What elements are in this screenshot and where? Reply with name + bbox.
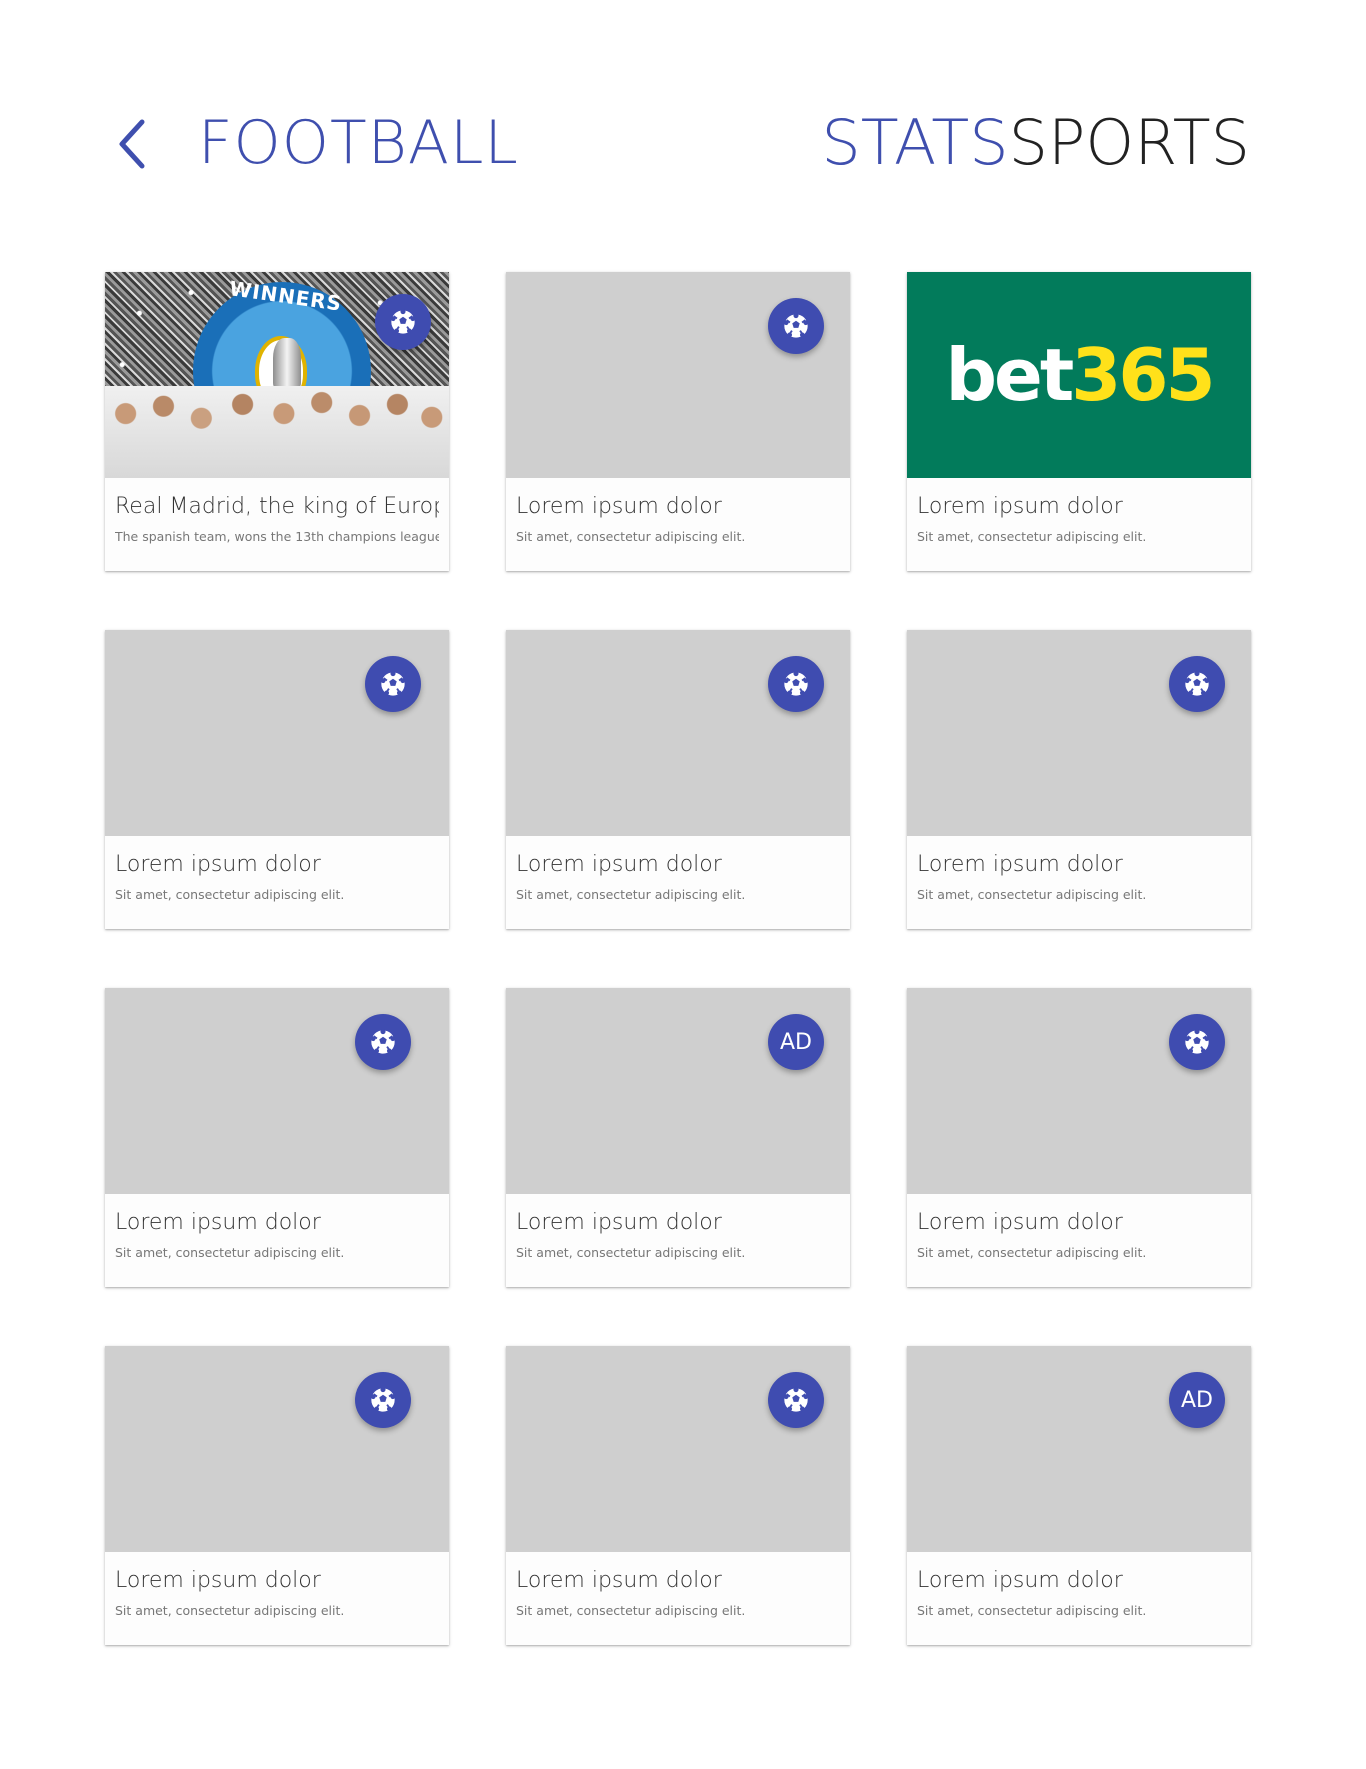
card-subtitle: Sit amet, consectetur adipiscing elit. [917, 887, 1147, 902]
card-subtitle: Sit amet, consectetur adipiscing elit. [917, 529, 1147, 544]
image-placeholder [907, 630, 1251, 836]
card-subtitle: Sit amet, consectetur adipiscing elit. [115, 887, 345, 902]
news-card[interactable]: Lorem ipsum dolor Sit amet, consectetur a… [907, 630, 1251, 929]
card-title: Lorem ipsum dolor [115, 1210, 321, 1235]
image-placeholder [105, 988, 449, 1194]
card-subtitle: Sit amet, consectetur adipiscing elit. [115, 1245, 345, 1260]
image-placeholder [506, 272, 850, 478]
ad-badge[interactable]: AD [768, 1014, 824, 1070]
brand-part1: STATS [821, 106, 1009, 179]
trophy [273, 338, 301, 388]
card-subtitle: Sit amet, consectetur adipiscing elit. [516, 1603, 746, 1618]
card-title: Lorem ipsum dolor [115, 852, 321, 877]
card-body: Real Madrid, the king of Europe The spani… [105, 478, 449, 571]
card-photo: WINNERS [105, 272, 449, 478]
card-body: Lorem ipsum dolor Sit amet, consectetur a… [506, 836, 850, 929]
card-body: Lorem ipsum dolor Sit amet, consectetur a… [907, 836, 1251, 929]
card-body: Lorem ipsum dolor Sit amet, consectetur a… [907, 1194, 1251, 1287]
card-subtitle: Sit amet, consectetur adipiscing elit. [917, 1603, 1147, 1618]
card-title: Lorem ipsum dolor [917, 1210, 1123, 1235]
card-title: Lorem ipsum dolor [516, 494, 722, 519]
card-title: Real Madrid, the king of Europe [115, 494, 439, 519]
soccer-ball-icon[interactable] [355, 1014, 411, 1070]
news-card[interactable]: AD Lorem ipsum dolor Sit amet, consectetur… [506, 988, 850, 1287]
news-card[interactable]: Lorem ipsum dolor Sit amet, consectetur a… [506, 272, 850, 571]
image-placeholder: AD [506, 988, 850, 1194]
soccer-ball-icon[interactable] [768, 1372, 824, 1428]
header: FOOTBALL STATSSPORTS [0, 0, 1366, 230]
bet365-logo: bet365 [945, 333, 1215, 417]
image-placeholder: AD [907, 1346, 1251, 1552]
card-subtitle: Sit amet, consectetur adipiscing elit. [516, 887, 746, 902]
card-body: Lorem ipsum dolor Sit amet, consectetur a… [506, 478, 850, 571]
chevron-left-icon [119, 119, 145, 169]
image-placeholder [907, 988, 1251, 1194]
ad-badge[interactable]: AD [1169, 1372, 1225, 1428]
news-card[interactable]: Lorem ipsum dolor Sit amet, consectetur a… [105, 630, 449, 929]
image-placeholder [506, 630, 850, 836]
soccer-ball-icon[interactable] [365, 656, 421, 712]
news-card[interactable]: WINNERS Real Madrid, the king of Europe T… [105, 272, 449, 571]
card-body: Lorem ipsum dolor Sit amet, consectetur a… [105, 1194, 449, 1287]
news-card[interactable]: Lorem ipsum dolor Sit amet, consectetur a… [506, 1346, 850, 1645]
news-card[interactable]: Lorem ipsum dolor Sit amet, consectetur a… [105, 1346, 449, 1645]
news-card[interactable]: Lorem ipsum dolor Sit amet, consectetur a… [907, 988, 1251, 1287]
card-body: Lorem ipsum dolor Sit amet, consectetur a… [907, 1552, 1251, 1645]
card-title: Lorem ipsum dolor [917, 1568, 1123, 1593]
card-title: Lorem ipsum dolor [917, 852, 1123, 877]
brand-logo[interactable]: STATSSPORTS [821, 98, 1250, 188]
news-card[interactable]: AD Lorem ipsum dolor Sit amet, consectetur… [907, 1346, 1251, 1645]
news-card[interactable]: Lorem ipsum dolor Sit amet, consectetur a… [506, 630, 850, 929]
soccer-ball-icon[interactable] [768, 298, 824, 354]
card-subtitle: Sit amet, consectetur adipiscing elit. [917, 1245, 1147, 1260]
team-players [105, 386, 449, 478]
page: FOOTBALL STATSSPORTS WINNERS Real Madrid… [0, 0, 1366, 1769]
soccer-ball-icon[interactable] [1169, 656, 1225, 712]
card-title: Lorem ipsum dolor [917, 494, 1123, 519]
image-placeholder [506, 1346, 850, 1552]
back-button[interactable] [112, 116, 156, 172]
card-body: Lorem ipsum dolor Sit amet, consectetur a… [105, 1552, 449, 1645]
news-card[interactable]: Lorem ipsum dolor Sit amet, consectetur a… [105, 988, 449, 1287]
card-title: Lorem ipsum dolor [115, 1568, 321, 1593]
card-subtitle: Sit amet, consectetur adipiscing elit. [516, 529, 746, 544]
soccer-ball-icon[interactable] [1169, 1014, 1225, 1070]
brand-part2: SPORTS [1008, 106, 1250, 179]
card-subtitle: Sit amet, consectetur adipiscing elit. [115, 1603, 345, 1618]
card-title: Lorem ipsum dolor [516, 1210, 722, 1235]
card-title: Lorem ipsum dolor [516, 1568, 722, 1593]
image-placeholder [105, 630, 449, 836]
image-placeholder [105, 1346, 449, 1552]
news-card[interactable]: bet365 Lorem ipsum dolor Sit amet, consect… [907, 272, 1251, 571]
card-grid: WINNERS Real Madrid, the king of Europe T… [105, 272, 1252, 1645]
page-title: FOOTBALL [198, 108, 519, 178]
card-subtitle: Sit amet, consectetur adipiscing elit. [516, 1245, 746, 1260]
card-body: Lorem ipsum dolor Sit amet, consectetur a… [907, 478, 1251, 571]
soccer-ball-icon[interactable] [768, 656, 824, 712]
card-body: Lorem ipsum dolor Sit amet, consectetur a… [105, 836, 449, 929]
soccer-ball-icon[interactable] [355, 1372, 411, 1428]
sponsor-logo: bet365 [907, 272, 1251, 478]
card-title: Lorem ipsum dolor [516, 852, 722, 877]
card-subtitle: The spanish team, wons the 13th champion… [115, 529, 439, 544]
card-body: Lorem ipsum dolor Sit amet, consectetur a… [506, 1194, 850, 1287]
soccer-ball-icon[interactable] [375, 294, 431, 350]
card-body: Lorem ipsum dolor Sit amet, consectetur a… [506, 1552, 850, 1645]
